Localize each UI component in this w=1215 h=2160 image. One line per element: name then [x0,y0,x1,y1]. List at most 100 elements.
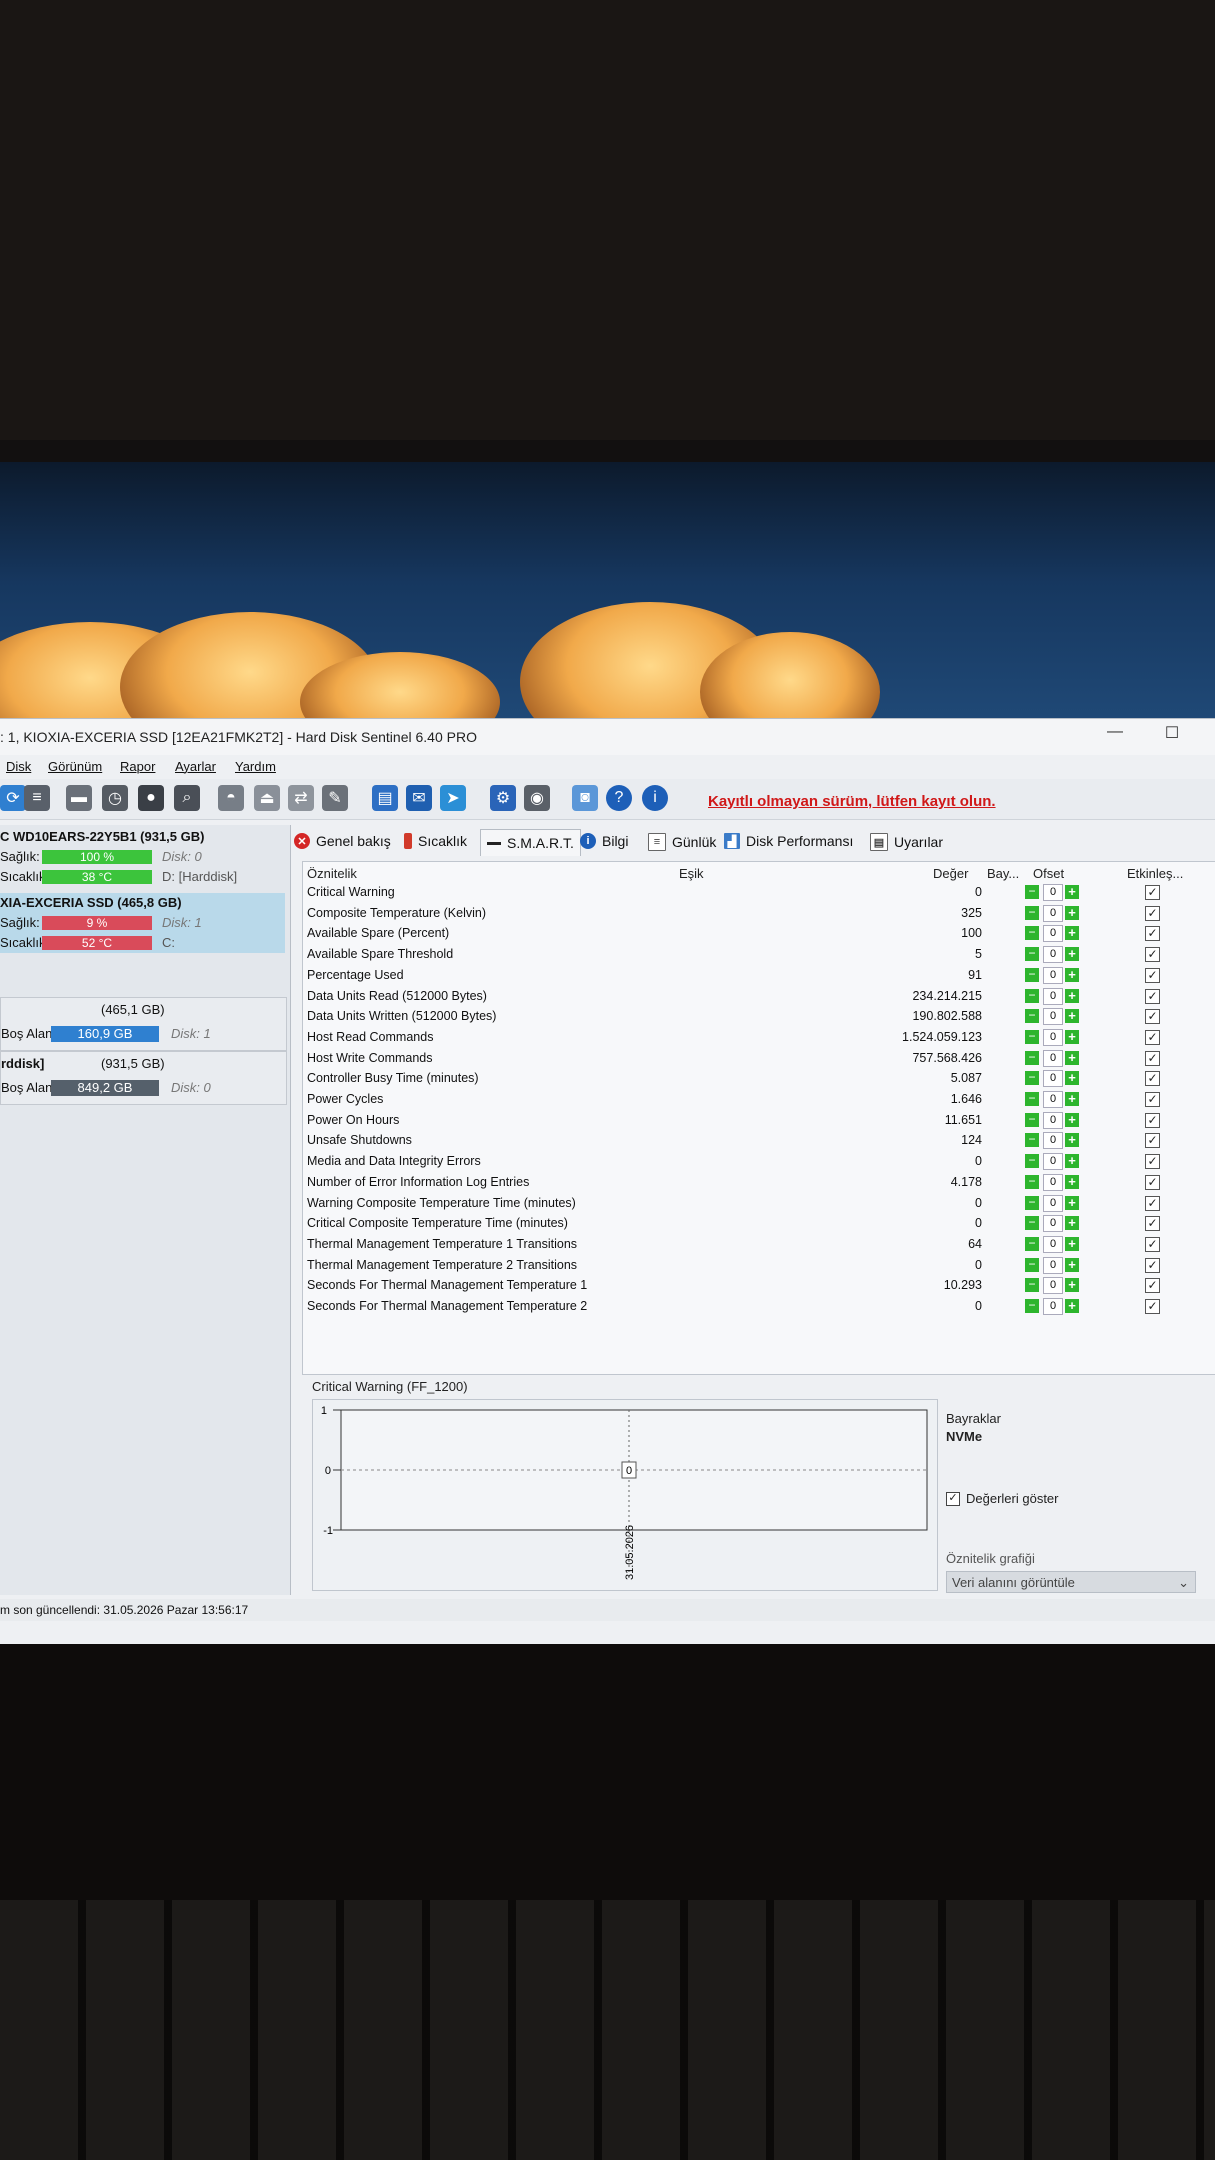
decrement-button[interactable]: − [1025,988,1039,1003]
minimize-button[interactable]: — [1100,723,1130,741]
about-icon[interactable]: i [642,785,668,811]
enabled-checkbox[interactable]: ✓ [1145,885,1160,900]
smart-row[interactable]: Seconds For Thermal Management Temperatu… [303,1296,1215,1316]
smart-row[interactable]: Host Write Commands 757.568.426 −0 + ✓ [303,1048,1215,1068]
smart-row[interactable]: Host Read Commands 1.524.059.123 −0 + ✓ [303,1027,1215,1047]
enabled-checkbox[interactable]: ✓ [1145,1092,1160,1107]
offset-value[interactable]: 0 [1043,1049,1063,1067]
report-icon[interactable]: ▤ [372,785,398,811]
decrement-button[interactable]: − [1025,1195,1039,1210]
decrement-button[interactable]: − [1025,1092,1039,1106]
smart-row[interactable]: Critical Composite Temperature Time (min… [303,1213,1215,1233]
offset-value[interactable]: 0 [1043,1111,1063,1129]
decrement-button[interactable]: − [1025,1174,1039,1189]
tab-smart[interactable]: S.M.A.R.T. [480,829,581,856]
tab-alerts[interactable]: ▤ Uyarılar [870,833,943,851]
disk-entry-0[interactable]: C WD10EARS-22Y5B1 (931,5 GB) Sağlık: 100… [0,827,285,887]
increment-button[interactable]: + [1065,967,1079,982]
offset-value[interactable]: 0 [1043,884,1063,901]
column-threshold[interactable]: Eşik [679,866,704,881]
menu-help[interactable]: Yardım [235,759,276,774]
decrement-button[interactable]: − [1025,926,1039,941]
volume-entry-0[interactable]: (465,1 GB) Boş Alan 160,9 GB Disk: 1 [0,997,287,1051]
smart-row[interactable]: Seconds For Thermal Management Temperatu… [303,1275,1215,1295]
smart-row[interactable]: Data Units Written (512000 Bytes) 190.802… [303,1006,1215,1026]
offset-value[interactable]: 0 [1043,1235,1063,1253]
smart-row[interactable]: Composite Temperature (Kelvin) 325 −0 + ✓ [303,903,1215,923]
tab-performance[interactable]: ▟ Disk Performansı [724,833,853,849]
increment-button[interactable]: + [1065,1299,1079,1313]
column-offset[interactable]: Ofset [1033,866,1064,881]
smart-row[interactable]: Thermal Management Temperature 2 Transit… [303,1255,1215,1275]
enabled-checkbox[interactable]: ✓ [1145,1133,1160,1149]
offset-value[interactable]: 0 [1043,1256,1063,1274]
decrement-button[interactable]: − [1025,947,1039,962]
enabled-checkbox[interactable]: ✓ [1145,1299,1160,1314]
increment-button[interactable]: + [1065,1257,1079,1272]
enabled-checkbox[interactable]: ✓ [1145,1050,1160,1066]
decrement-button[interactable]: − [1025,1071,1039,1086]
registration-link[interactable]: Kayıtlı olmayan sürüm, lütfen kayıt olun… [708,793,996,810]
increment-button[interactable]: + [1065,926,1079,941]
sound-icon[interactable]: ◉ [524,785,550,811]
column-flags[interactable]: Bay... [987,866,1019,881]
offset-value[interactable]: 0 [1043,966,1063,984]
disk-entry-1[interactable]: XIA-EXCERIA SSD (465,8 GB) Sağlık: 9 % D… [0,893,285,953]
enabled-checkbox[interactable]: ✓ [1145,1216,1160,1232]
offset-value[interactable]: 0 [1043,1215,1063,1233]
enabled-checkbox[interactable]: ✓ [1145,1257,1160,1273]
show-values-checkbox[interactable]: ✓ Değerleri göster [946,1491,1059,1506]
disk-search-icon[interactable]: ⌕ [174,785,200,811]
menu-view[interactable]: Görünüm [48,759,102,774]
smart-row[interactable]: Power On Hours 11.651 −0 + ✓ [303,1110,1215,1130]
offset-value[interactable]: 0 [1043,1298,1063,1315]
decrement-button[interactable]: − [1025,905,1039,920]
enabled-checkbox[interactable]: ✓ [1145,1236,1160,1252]
tab-temperature[interactable]: Sıcaklık [404,833,467,849]
increment-button[interactable]: + [1065,947,1079,962]
mail-icon[interactable]: ✉ [406,785,432,811]
send-icon[interactable]: ➤ [440,785,466,811]
enabled-checkbox[interactable]: ✓ [1145,967,1160,983]
offset-value[interactable]: 0 [1043,946,1063,964]
offset-value[interactable]: 0 [1043,1028,1063,1046]
camera-icon[interactable]: ◙ [572,785,598,811]
list-icon[interactable]: ≡ [24,785,50,811]
enabled-checkbox[interactable]: ✓ [1145,1174,1160,1190]
increment-button[interactable]: + [1065,1050,1079,1065]
smart-row[interactable]: Thermal Management Temperature 1 Transit… [303,1234,1215,1254]
smart-row[interactable]: Percentage Used 91 −0 + ✓ [303,965,1215,985]
increment-button[interactable]: + [1065,1029,1079,1044]
enabled-checkbox[interactable]: ✓ [1145,926,1160,942]
increment-button[interactable]: + [1065,885,1079,899]
smart-row[interactable]: Power Cycles 1.646 −0 + ✓ [303,1089,1215,1109]
column-value[interactable]: Değer [933,866,968,881]
smart-row[interactable]: Unsafe Shutdowns 124 −0 + ✓ [303,1130,1215,1150]
menu-report[interactable]: Rapor [120,759,155,774]
menu-settings[interactable]: Ayarlar [175,759,216,774]
increment-button[interactable]: + [1065,988,1079,1003]
offset-value[interactable]: 0 [1043,1194,1063,1212]
increment-button[interactable]: + [1065,1278,1079,1293]
enabled-checkbox[interactable]: ✓ [1145,947,1160,963]
enabled-checkbox[interactable]: ✓ [1145,1195,1160,1211]
settings-gear-icon[interactable]: ⚙ [490,785,516,811]
hdd-icon[interactable]: ◓ [218,785,244,811]
offset-value[interactable]: 0 [1043,987,1063,1005]
column-attribute[interactable]: Öznitelik [307,866,357,881]
smart-row[interactable]: Controller Busy Time (minutes) 5.087 −0 + ✓ [303,1068,1215,1088]
increment-button[interactable]: + [1065,1216,1079,1231]
increment-button[interactable]: + [1065,1195,1079,1210]
increment-button[interactable]: + [1065,1133,1079,1148]
offset-value[interactable]: 0 [1043,1153,1063,1171]
smart-row[interactable]: Available Spare Threshold 5 −0 + ✓ [303,944,1215,964]
menu-disk[interactable]: Disk [6,759,31,774]
increment-button[interactable]: + [1065,1236,1079,1251]
network-icon[interactable]: ⇄ [288,785,314,811]
help-icon[interactable]: ? [606,785,632,811]
decrement-button[interactable]: − [1025,1216,1039,1231]
tab-overview[interactable]: ✕ Genel bakış [294,833,391,849]
offset-value[interactable]: 0 [1043,1173,1063,1191]
decrement-button[interactable]: − [1025,1154,1039,1169]
enabled-checkbox[interactable]: ✓ [1145,1154,1160,1170]
